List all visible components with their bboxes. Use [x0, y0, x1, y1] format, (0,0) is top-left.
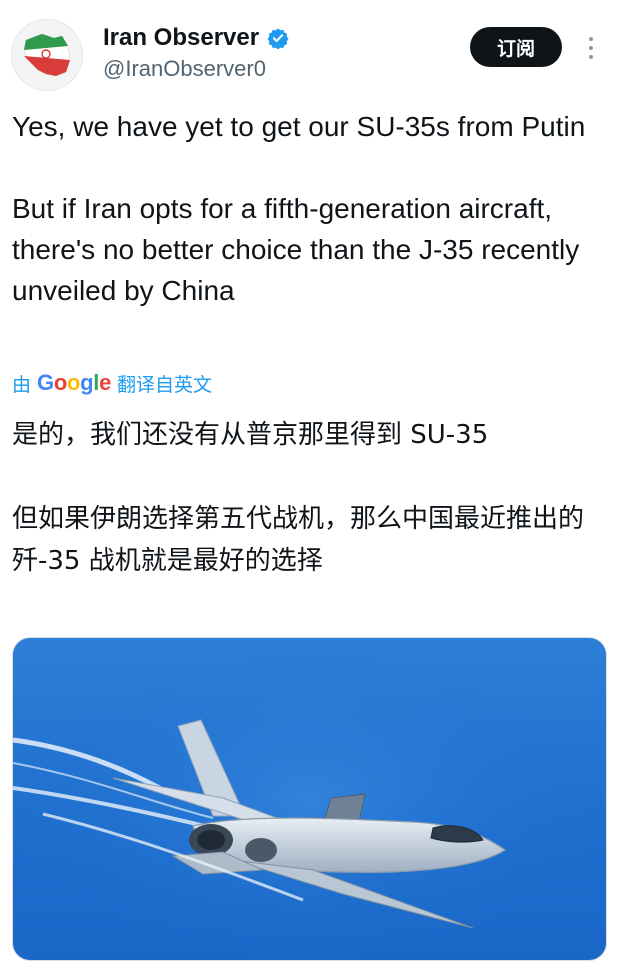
google-logo-letter: o	[66, 370, 81, 395]
more-vertical-icon[interactable]	[580, 30, 602, 66]
google-logo-letter: G	[37, 370, 54, 395]
avatar[interactable]	[11, 19, 83, 91]
user-handle[interactable]: @IranObserver0	[103, 56, 266, 82]
translated-text: 是的，我们还没有从普京那里得到 SU-35 但如果伊朗选择第五代战机，那么中国最…	[12, 420, 585, 576]
subscribe-button[interactable]: 订阅	[470, 27, 562, 67]
google-logo-letter: e	[99, 370, 111, 395]
verified-badge-icon	[267, 27, 289, 49]
tweet-header: Iran Observer @IranObserver0 订阅	[0, 0, 622, 100]
google-logo-letter: g	[80, 370, 94, 395]
google-logo-letter: o	[53, 370, 67, 395]
translation-attribution: 由 Google 翻译自英文	[12, 367, 212, 399]
translated-by-label: 由	[12, 373, 32, 396]
fighter-jet-icon	[13, 638, 606, 960]
name-row: Iran Observer	[103, 22, 289, 54]
translated-from-english-link[interactable]: 翻译自英文	[117, 370, 212, 397]
display-name[interactable]: Iran Observer	[103, 24, 259, 52]
tweet-text: Yes, we have yet to get our SU-35s from …	[12, 111, 586, 306]
iran-map-flag-icon	[12, 20, 82, 90]
google-logo: Google	[37, 370, 111, 396]
tweet-photo[interactable]	[12, 637, 607, 961]
